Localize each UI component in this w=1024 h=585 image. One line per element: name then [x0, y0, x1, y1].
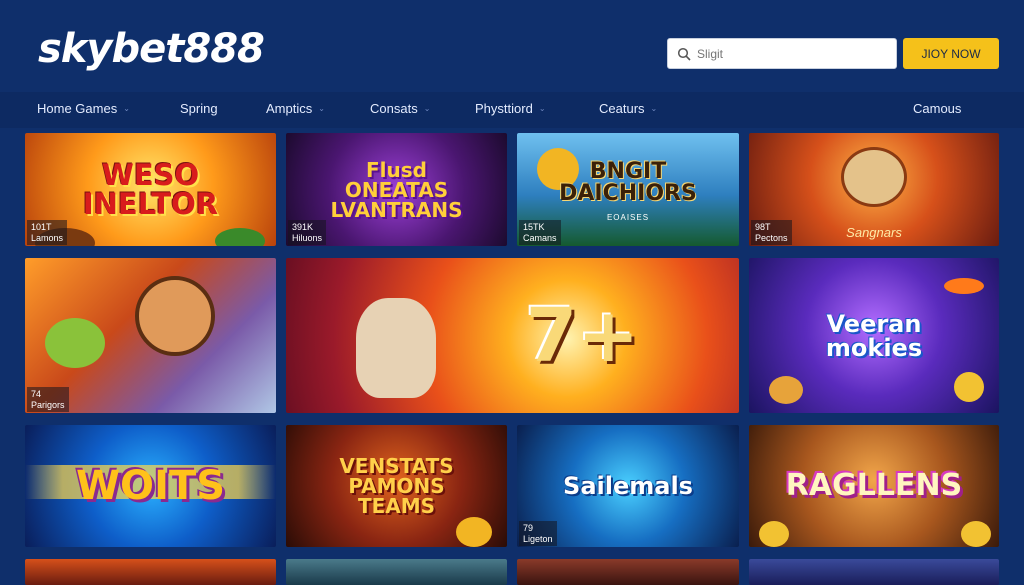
game-tile-seven-plus[interactable]: 7+ [286, 258, 739, 413]
nav-item-label: Spring [180, 101, 218, 116]
chevron-down-icon: ⌄ [650, 104, 658, 113]
player-count: 98T [755, 222, 771, 233]
game-stats: 74 Parigors [27, 387, 69, 412]
player-count: 391K [292, 222, 314, 233]
player-count: 74 [31, 389, 42, 400]
nav-item-label: Consats [370, 101, 418, 116]
game-tile-veeran-mokies[interactable]: Veeran mokies [749, 258, 999, 413]
game-stats: 79 Ligeton [519, 521, 557, 546]
nav-item-label: Home Games [37, 101, 118, 116]
game-title: WOITS [75, 463, 226, 509]
game-tile-partial[interactable] [286, 559, 507, 585]
search-icon [677, 47, 691, 61]
nav-item-physttiord[interactable]: Physttiord ⌄ [475, 101, 546, 116]
player-count: 15TK [523, 222, 545, 233]
join-now-button[interactable]: JIOY NOW [903, 38, 999, 69]
game-tile-woits[interactable]: WOITS [25, 425, 276, 547]
game-tile-partial[interactable] [749, 559, 999, 585]
game-tile-partial[interactable] [517, 559, 739, 585]
game-tile-sangnars[interactable]: Sangnars 98T Pectons [749, 133, 999, 246]
main-nav: Home Games ⌄ Spring Amptics ⌄ Consats ⌄ Phy… [0, 92, 1024, 128]
nav-item-amptics[interactable]: Amptics ⌄ [266, 101, 325, 116]
stat-label: Hiluons [292, 232, 323, 243]
stat-label: Camans [523, 232, 557, 243]
nav-item-camous[interactable]: Camous [913, 101, 961, 116]
nav-item-ceaturs[interactable]: Ceaturs ⌄ [599, 101, 657, 116]
game-title: WESO INELTOR [82, 157, 219, 221]
game-tile-venstats-pamons-teams[interactable]: VENSTATS PAMONS TEAMS [286, 425, 507, 547]
nav-item-home-games[interactable]: Home Games ⌄ [37, 101, 130, 116]
game-title: Sailemals [563, 472, 693, 500]
search-input[interactable] [697, 46, 887, 61]
game-stats: 391K Hiluons [288, 220, 327, 245]
nav-item-consats[interactable]: Consats ⌄ [370, 101, 430, 116]
game-title: VENSTATS PAMONS TEAMS [339, 454, 454, 518]
stat-label: Pectons [755, 232, 788, 243]
game-tile-parigors[interactable]: 74 Parigors [25, 258, 276, 413]
game-stats: 98T Pectons [751, 220, 792, 245]
game-tile-weso-ineltor[interactable]: WESO INELTOR 101T Lamons [25, 133, 276, 246]
site-logo[interactable]: skybet888 [38, 26, 265, 72]
site-header: skybet888 JIOY NOW [0, 0, 1024, 92]
search-box[interactable] [667, 38, 897, 69]
game-title: 7+ [525, 292, 640, 379]
game-stats: 15TK Camans [519, 220, 561, 245]
game-tile-partial[interactable] [25, 559, 276, 585]
nav-item-label: Ceaturs [599, 101, 645, 116]
nav-item-label: Camous [913, 101, 962, 116]
nav-item-spring[interactable]: Spring [180, 101, 218, 116]
game-stats: 101T Lamons [27, 220, 68, 245]
chevron-down-icon: ⌄ [538, 104, 546, 113]
game-title: Flusd ONEATAS LVANTRANS [330, 157, 463, 222]
game-title: RAGLLENS [785, 468, 963, 503]
chevron-down-icon: ⌄ [318, 104, 325, 113]
game-tile-bngit-daichiors[interactable]: BNGIT DAICHIORS EOAISES 15TK Camans [517, 133, 739, 246]
game-title: Veeran mokies [825, 309, 923, 362]
player-count: 101T [31, 222, 52, 233]
stat-label: Parigors [31, 399, 65, 410]
stat-label: Lamons [31, 232, 64, 243]
game-tile-ragllens[interactable]: RAGLLENS [749, 425, 999, 547]
player-count: 79 [523, 523, 534, 534]
game-tile-oneatas-lvantrans[interactable]: Flusd ONEATAS LVANTRANS 391K Hiluons [286, 133, 507, 246]
chevron-down-icon: ⌄ [123, 104, 130, 113]
game-tile-sailemals[interactable]: Sailemals 79 Ligeton [517, 425, 739, 547]
nav-item-label: Amptics [266, 101, 313, 116]
game-title: BNGIT DAICHIORS [559, 158, 697, 206]
chevron-down-icon: ⌄ [423, 104, 431, 113]
nav-item-label: Physttiord [475, 101, 533, 116]
stat-label: Ligeton [523, 533, 553, 544]
